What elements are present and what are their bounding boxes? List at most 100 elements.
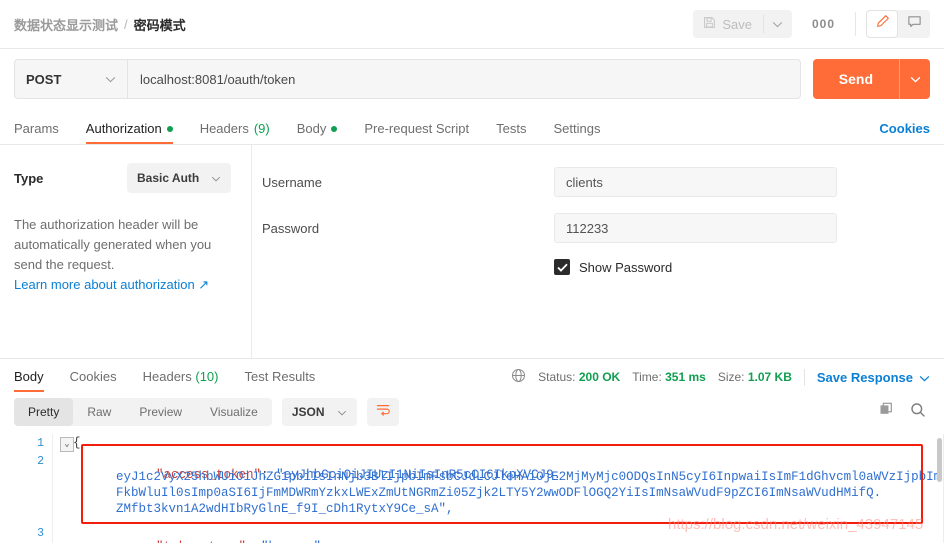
view-mode-raw[interactable]: Raw [73, 398, 125, 426]
chevron-down-icon [337, 405, 347, 419]
auth-type-select[interactable]: Basic Auth [127, 163, 231, 193]
tab-headers[interactable]: Headers (9) [200, 121, 270, 144]
line-number: 3 [37, 527, 44, 540]
floppy-disk-icon [703, 16, 716, 32]
save-dropdown-button[interactable] [764, 10, 792, 38]
word-wrap-button[interactable] [366, 398, 399, 426]
cookies-link[interactable]: Cookies [879, 121, 930, 144]
request-tab-bar: Params Authorization Headers (9) Body Pr… [0, 111, 944, 144]
method-selector[interactable]: POST [14, 59, 127, 99]
request-url-bar: POST localhost:8081/oauth/token Send [0, 49, 944, 111]
chevron-down-icon [211, 171, 221, 185]
tab-label: Settings [553, 121, 601, 136]
search-button[interactable] [910, 402, 926, 423]
modified-dot-icon [331, 125, 338, 132]
status-group: Status: 200 OK [538, 370, 620, 384]
breadcrumb: 数据状态显示测试 / 密码模式 [14, 15, 186, 34]
show-password-row[interactable]: Show Password [554, 259, 944, 275]
chevron-down-icon [910, 70, 921, 88]
json-value-token-line-2: eyJ1c2VyX25hbWUiOiJhZG1pbiIsInNjb3BlIjpb… [116, 470, 942, 484]
show-password-checkbox[interactable] [554, 259, 570, 275]
auth-learn-more-link[interactable]: Learn more about authorization ↗ [14, 277, 231, 293]
tab-label: Authorization [85, 121, 162, 136]
code-fold-toggle[interactable]: ⌄ [60, 437, 74, 452]
more-options-button[interactable]: 000 [806, 17, 841, 31]
tab-label: Tests [496, 121, 527, 136]
response-format-select[interactable]: JSON [281, 398, 357, 426]
response-tab-test-results[interactable]: Test Results [245, 369, 316, 392]
auth-help-text: The authorization header will be automat… [14, 217, 212, 273]
tab-settings[interactable]: Settings [553, 121, 600, 144]
password-field-row: Password 112233 [262, 213, 944, 243]
size-value: 1.07 KB [747, 370, 792, 384]
url-input[interactable]: localhost:8081/oauth/token [127, 59, 801, 99]
breadcrumb-parent[interactable]: 数据状态显示测试 [14, 15, 118, 34]
tab-label: Headers [142, 369, 192, 384]
json-colon: : [246, 540, 261, 543]
meta-divider [803, 368, 805, 386]
time-group: Time: 351 ms [632, 370, 706, 384]
response-tab-cookies[interactable]: Cookies [70, 369, 117, 392]
status-label: Status: [538, 370, 576, 384]
response-scrollbar[interactable] [937, 438, 942, 482]
edit-mode-button[interactable] [866, 10, 898, 38]
comment-button[interactable] [898, 10, 930, 38]
tab-count: (9) [253, 121, 270, 136]
copy-icon [879, 402, 894, 421]
password-input[interactable]: 112233 [554, 213, 837, 243]
tab-label: Pre-request Script [364, 121, 470, 136]
tab-body[interactable]: Body [297, 121, 338, 144]
copy-button[interactable] [879, 402, 894, 422]
breadcrumb-current: 密码模式 [133, 17, 186, 33]
auth-type-label: Type [14, 170, 44, 186]
tab-authorization[interactable]: Authorization [85, 121, 173, 144]
send-group: Send [812, 59, 930, 99]
username-input[interactable]: clients [554, 167, 837, 197]
tab-params[interactable]: Params [14, 121, 59, 144]
save-label: Save [722, 16, 752, 32]
view-mode-pretty[interactable]: Pretty [14, 398, 74, 426]
tab-tests[interactable]: Tests [496, 121, 526, 144]
time-value: 351 ms [665, 370, 706, 384]
send-button[interactable]: Send [812, 59, 899, 99]
json-brace: { [73, 436, 81, 450]
authorization-panel: Type Basic Auth The authorization header… [0, 145, 944, 358]
show-password-label: Show Password [579, 259, 673, 275]
save-group: Save [693, 10, 792, 38]
window-header: 数据状态显示测试 / 密码模式 Save 000 [0, 0, 944, 48]
globe-icon [511, 368, 526, 386]
response-tab-bar: Body Cookies Headers (10) Test Results S… [0, 359, 944, 392]
line-number: 2 [37, 455, 44, 468]
size-label: Size: [717, 370, 745, 384]
word-wrap-icon [375, 403, 391, 422]
view-mode-visualize[interactable]: Visualize [196, 398, 272, 426]
save-response-button[interactable]: Save Response [817, 370, 930, 385]
body-toolbar-actions [879, 402, 930, 423]
chevron-down-icon [105, 70, 116, 88]
method-label: POST [26, 71, 62, 87]
line-number-gutter: 1 2 3 [0, 434, 53, 543]
search-icon [910, 402, 926, 422]
response-meta: Status: 200 OK Time: 351 ms Size: 1.07 K… [511, 368, 930, 392]
response-tab-headers[interactable]: Headers (10) [143, 369, 219, 392]
save-button[interactable]: Save [693, 10, 763, 38]
send-dropdown-button[interactable] [899, 59, 930, 99]
password-label: Password [262, 220, 320, 236]
comment-icon [907, 14, 922, 34]
json-value-token-line-4: ZMfbt3kvn1A2wdHIbRyGlnE_f9I_cDh1RytxY9Ce… [116, 502, 454, 516]
tab-label: Params [14, 121, 59, 136]
auth-type-value: Basic Auth [137, 171, 200, 185]
view-mode-preview[interactable]: Preview [125, 398, 196, 426]
watermark: https://blog.csdn.net/weixin_43947145 [668, 516, 924, 533]
tab-pre-request-script[interactable]: Pre-request Script [364, 121, 469, 144]
tab-label: Body [296, 121, 327, 136]
response-tab-body[interactable]: Body [14, 369, 44, 392]
username-label: Username [262, 174, 322, 190]
auth-credentials-column: Username clients Password 112233 Show Pa… [252, 145, 944, 358]
chevron-down-icon [772, 15, 783, 33]
tab-label: Headers [199, 121, 249, 136]
header-divider [855, 12, 856, 36]
auth-type-column: Type Basic Auth The authorization header… [0, 145, 252, 358]
view-mode-segment: Pretty Raw Preview Visualize [14, 398, 272, 426]
tab-label: Test Results [244, 369, 316, 384]
